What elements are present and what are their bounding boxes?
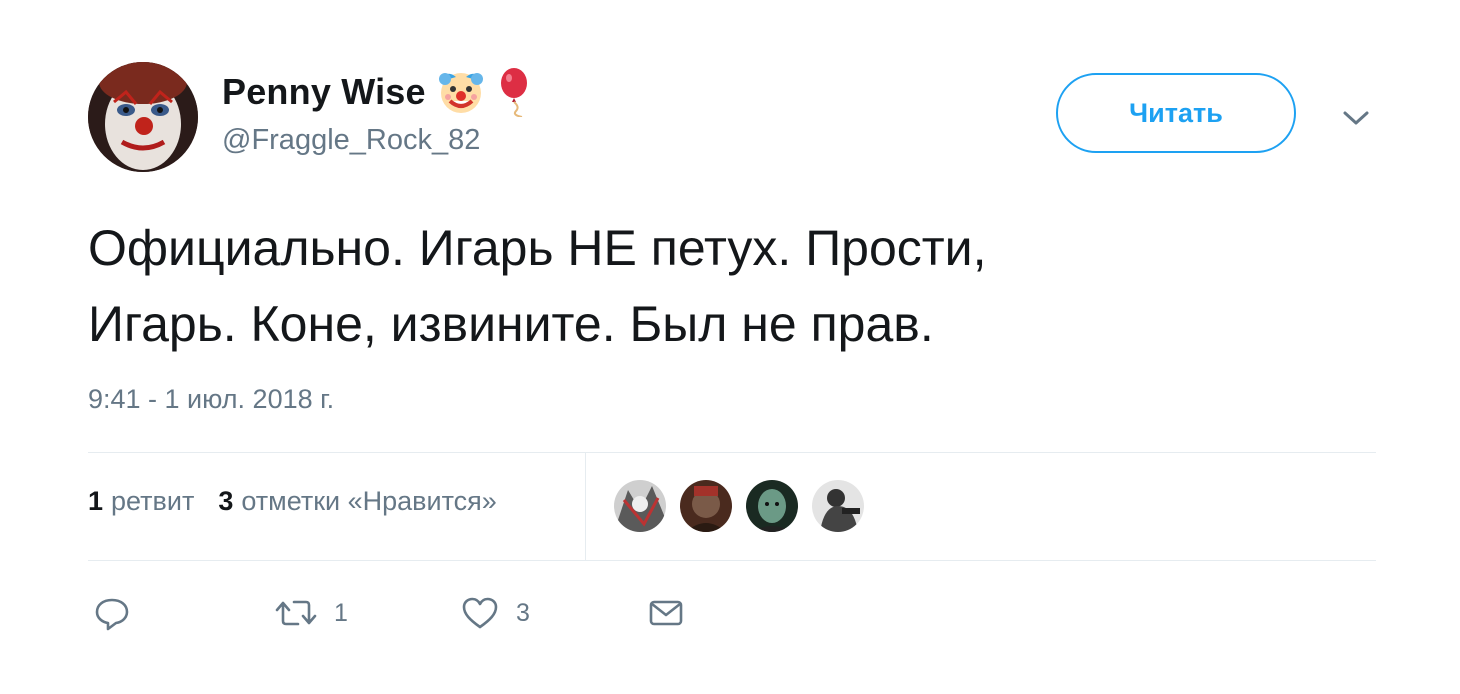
username[interactable]: @Fraggle_Rock_82	[222, 124, 480, 157]
tweet-text: Официально. Игарь НЕ петух. Прости, Игар…	[88, 210, 1338, 362]
retweets-count: 1	[88, 486, 104, 516]
clown-face-icon	[436, 67, 486, 117]
divider-top	[88, 452, 1376, 453]
retweets-label: ретвит	[111, 486, 195, 516]
clown-avatar-image	[88, 62, 198, 172]
like-button[interactable]: 3	[460, 590, 530, 636]
retweet-icon	[275, 600, 317, 626]
liker-avatars	[612, 478, 866, 534]
divider-bottom	[88, 560, 1376, 561]
avatar[interactable]	[88, 62, 198, 172]
chevron-down-icon	[1343, 111, 1369, 125]
balloon-icon	[496, 67, 536, 118]
display-name[interactable]: Penny Wise	[222, 71, 426, 113]
envelope-icon	[649, 600, 683, 626]
retweet-count: 1	[334, 598, 348, 627]
direct-message-button[interactable]	[646, 590, 686, 636]
heart-icon	[462, 597, 498, 629]
retweet-button[interactable]: 1	[274, 590, 348, 636]
tweet-card: Penny Wise @Fraggle_Rock_82 Читать Офици…	[0, 0, 1460, 694]
tweet-text-line-1: Официально. Игарь НЕ петух. Прости,	[88, 220, 987, 276]
follow-button[interactable]: Читать	[1056, 73, 1296, 153]
likes-label: отметки «Нравится»	[241, 486, 497, 516]
more-options-button[interactable]	[1336, 100, 1376, 136]
tweet-timestamp[interactable]: 9:41 - 1 июл. 2018 г.	[88, 384, 334, 415]
reply-icon	[95, 598, 129, 631]
reply-button[interactable]	[92, 590, 132, 636]
liker-avatar[interactable]	[612, 478, 668, 534]
tweet-stats: 1 ретвит 3 отметки «Нравится»	[88, 486, 497, 517]
likes-count: 3	[218, 486, 234, 516]
stats-separator	[585, 453, 586, 560]
tweet-text-line-2: Игарь. Коне, извините. Был не прав.	[88, 296, 934, 352]
like-count: 3	[516, 598, 530, 627]
liker-avatar[interactable]	[744, 478, 800, 534]
display-name-row[interactable]: Penny Wise	[222, 66, 536, 118]
liker-avatar[interactable]	[678, 478, 734, 534]
likes-stat[interactable]: 3 отметки «Нравится»	[218, 486, 496, 517]
liker-avatar[interactable]	[810, 478, 866, 534]
retweets-stat[interactable]: 1 ретвит	[88, 486, 194, 517]
